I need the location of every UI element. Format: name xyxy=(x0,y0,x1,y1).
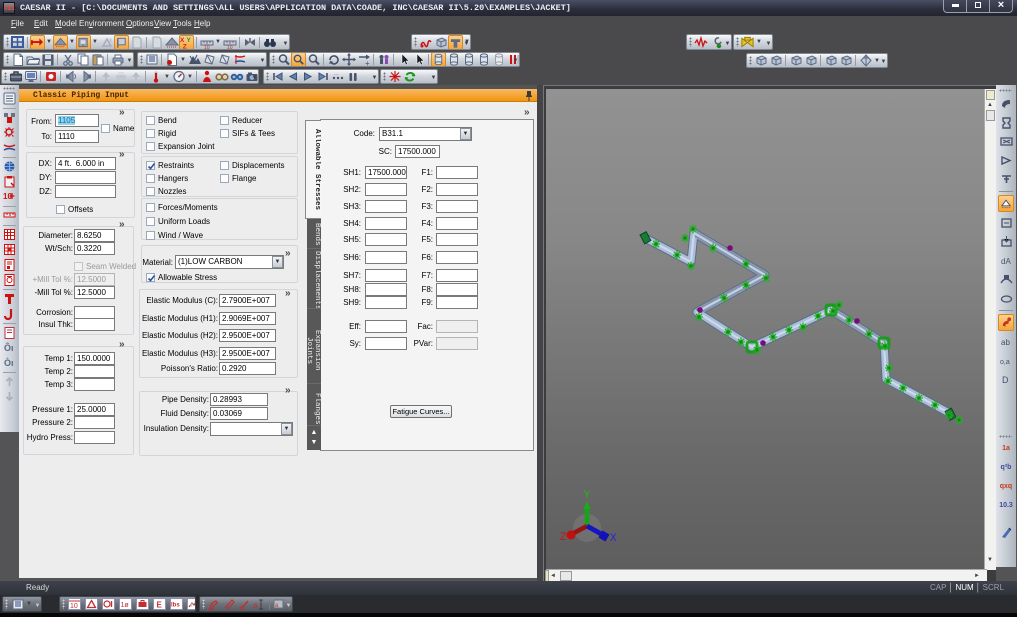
svg-text:D: D xyxy=(1002,375,1009,385)
svg-text:1ø: 1ø xyxy=(120,602,129,609)
svg-text:lbs: lbs xyxy=(171,603,180,609)
svg-text:dA: dA xyxy=(1001,257,1011,266)
svg-text:Ôı: Ôı xyxy=(4,342,14,353)
svg-text:Y: Y xyxy=(584,490,591,502)
svg-text:X: X xyxy=(610,533,617,545)
svg-text:ab: ab xyxy=(1001,338,1010,347)
svg-text:10: 10 xyxy=(70,603,78,610)
svg-text:o,a: o,a xyxy=(1000,359,1010,366)
svg-text:Y: Y xyxy=(187,37,192,44)
svg-text:E: E xyxy=(156,601,162,610)
svg-text:x: x xyxy=(109,38,112,44)
svg-text:Z: Z xyxy=(560,532,567,544)
svg-text:a: a xyxy=(253,601,258,610)
svg-text:Z: Z xyxy=(183,43,187,48)
svg-text:10: 10 xyxy=(204,45,210,49)
svg-text:+: + xyxy=(365,59,370,66)
svg-text:10: 10 xyxy=(227,45,233,49)
svg-text:...: ... xyxy=(334,71,338,77)
